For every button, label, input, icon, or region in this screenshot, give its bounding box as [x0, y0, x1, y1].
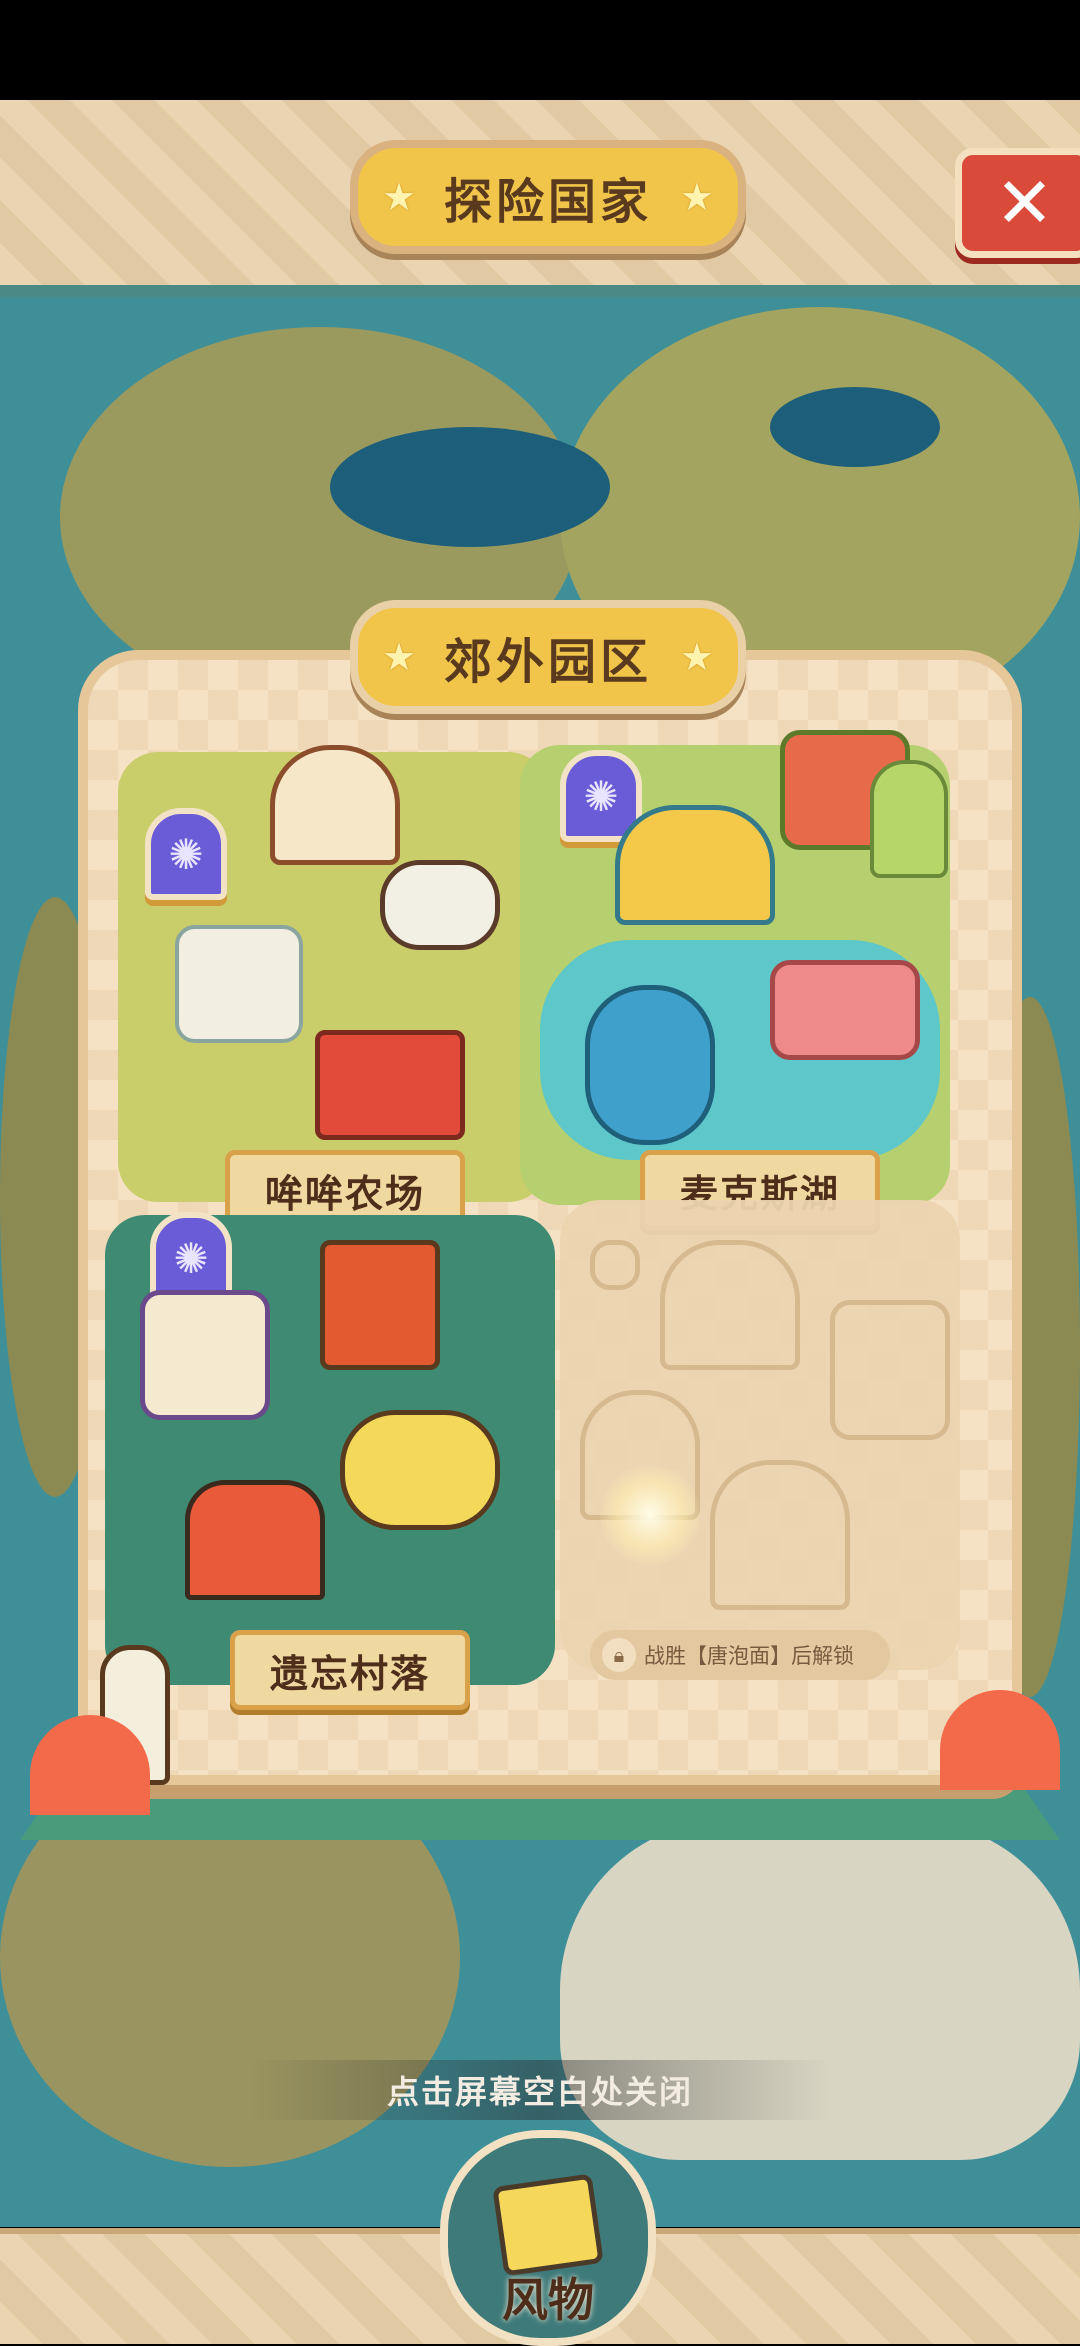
page-title-text: 探险国家	[443, 176, 652, 229]
star-icon: ★	[679, 635, 714, 679]
star-icon: ★	[382, 635, 417, 679]
unlock-condition-text: 战胜【唐泡面】后解锁	[644, 1645, 854, 1668]
star-icon: ★	[382, 175, 417, 219]
well-icon	[320, 1240, 440, 1370]
unlock-condition: 🔒︎ 战胜【唐泡面】后解锁	[590, 1630, 890, 1680]
recycle-gate-icon	[185, 1480, 325, 1600]
locked-building-icon	[710, 1460, 850, 1610]
portal-icon[interactable]: ✺	[145, 808, 227, 900]
map-lake	[770, 387, 940, 467]
close-button[interactable]: ✕	[955, 148, 1080, 258]
fish-whirlpool-icon	[585, 985, 715, 1145]
farmhouse-icon	[270, 745, 400, 865]
cow-icon	[380, 860, 500, 950]
barn-icon	[315, 1030, 465, 1140]
bear-house-icon	[140, 1290, 270, 1420]
tree-icon	[870, 760, 948, 878]
flower-house-icon	[615, 805, 775, 925]
relics-button-label: 风物	[502, 2274, 594, 2326]
locked-token-icon	[590, 1240, 640, 1290]
page-title: ★ 探险国家 ★	[350, 140, 746, 254]
glowing-paw-icon	[600, 1465, 700, 1565]
lock-icon: 🔒︎	[602, 1638, 636, 1672]
coral-crystal-icon	[770, 960, 920, 1060]
locked-building-icon	[830, 1300, 950, 1440]
region-title: ★ 郊外园区 ★	[350, 600, 746, 714]
relics-button[interactable]: 风物	[440, 2130, 656, 2346]
header-divider	[0, 285, 1080, 297]
close-hint: 点击屏幕空白处关闭	[0, 2060, 1080, 2120]
photo-album-icon	[492, 2173, 604, 2277]
zone-label-text: 哞哞农场	[264, 1173, 425, 1216]
zone-label-text: 遗忘村落	[269, 1653, 430, 1696]
locked-building-icon	[660, 1240, 800, 1370]
zone-label-village: 遗忘村落	[230, 1630, 470, 1710]
map-lake	[330, 427, 610, 547]
status-bar	[0, 0, 1080, 100]
slime-creature-icon	[340, 1410, 500, 1530]
fountain-icon	[175, 925, 303, 1043]
region-title-text: 郊外园区	[443, 636, 652, 689]
star-icon: ★	[679, 175, 714, 219]
panel-base	[20, 1780, 1060, 1840]
close-icon: ✕	[995, 162, 1054, 244]
close-hint-text: 点击屏幕空白处关闭	[386, 2074, 693, 2110]
